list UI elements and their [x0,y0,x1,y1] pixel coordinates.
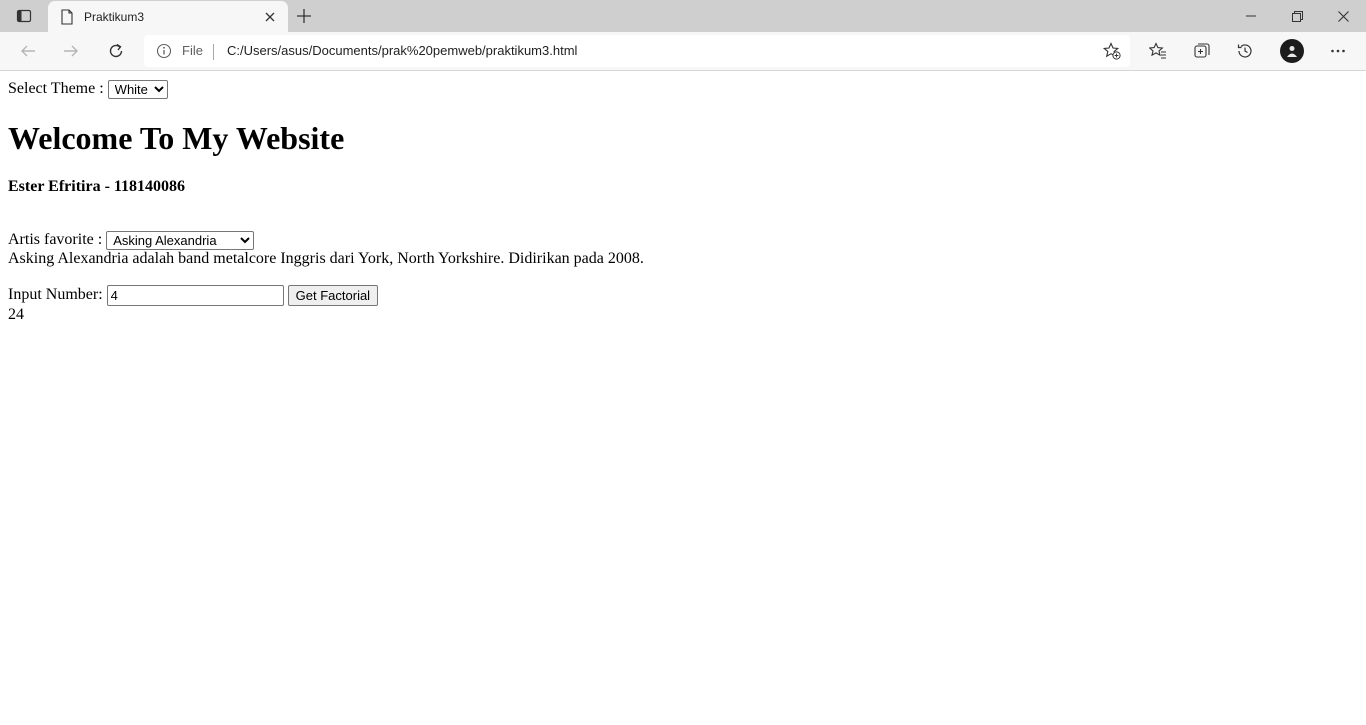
page-icon [59,8,75,25]
close-icon [265,12,275,21]
artist-select[interactable]: Asking Alexandria [106,230,255,250]
plus-icon [297,9,311,23]
back-arrow-icon [21,45,35,57]
tab-title: Praktikum3 [84,9,145,24]
new-tab-button[interactable] [290,2,318,30]
page-content: Select Theme : White Welcome To My Websi… [0,71,1366,725]
more-button[interactable] [1322,35,1354,67]
info-icon[interactable] [156,43,172,59]
forward-button[interactable] [55,35,87,67]
theme-label: Select Theme : [8,80,104,97]
profile-button[interactable] [1276,35,1308,67]
window-controls [1228,0,1366,32]
tab-actions-button[interactable] [0,0,48,32]
author-heading: Ester Efritira - 118140086 [8,178,186,195]
number-input[interactable] [106,284,284,306]
factorial-result: 24 [8,306,24,323]
star-plus-icon [1103,42,1121,60]
tab-strip: Praktikum3 [0,0,1366,32]
address-divider [213,44,214,60]
artist-description: Asking Alexandria adalah band metalcore … [8,250,644,267]
collections-icon [1194,43,1210,58]
favorites-button[interactable] [1142,35,1174,67]
address-url[interactable]: C:/Users/asus/Documents/prak%20pemweb/pr… [227,35,577,67]
more-icon [1331,49,1345,53]
refresh-icon [109,43,123,58]
history-icon [1237,44,1252,58]
collections-button[interactable] [1186,35,1218,67]
page-title: Welcome To My Website [8,120,345,156]
add-favorite-button[interactable] [1102,41,1122,61]
theme-row: Select Theme : White [8,79,1358,99]
minimize-button[interactable] [1228,0,1274,32]
factorial-row: Input Number: Get Factorial [8,284,1358,306]
browser-toolbar: File C:/Users/asus/Documents/prak%20pemw… [0,32,1366,71]
tab-close-button[interactable] [256,3,284,31]
refresh-button[interactable] [100,35,132,67]
address-bar[interactable]: File C:/Users/asus/Documents/prak%20pemw… [144,35,1130,67]
minimize-icon [1246,15,1256,17]
number-label: Input Number: [8,286,103,303]
restore-button[interactable] [1274,0,1320,32]
back-button[interactable] [12,35,44,67]
avatar [1280,39,1304,63]
theme-select[interactable]: White [107,79,168,99]
tab-actions-icon [16,9,32,23]
close-window-button[interactable] [1320,0,1366,32]
address-scheme-label: File [182,43,203,58]
artist-label: Artis favorite : [8,231,103,248]
get-factorial-button[interactable]: Get Factorial [287,284,379,306]
artist-row: Artis favorite : Asking Alexandria [8,230,1358,250]
favorites-icon [1149,42,1166,59]
active-tab[interactable]: Praktikum3 [48,1,288,32]
history-button[interactable] [1229,35,1261,67]
close-icon [1337,10,1349,22]
restore-icon [1291,10,1303,22]
forward-arrow-icon [64,45,78,57]
